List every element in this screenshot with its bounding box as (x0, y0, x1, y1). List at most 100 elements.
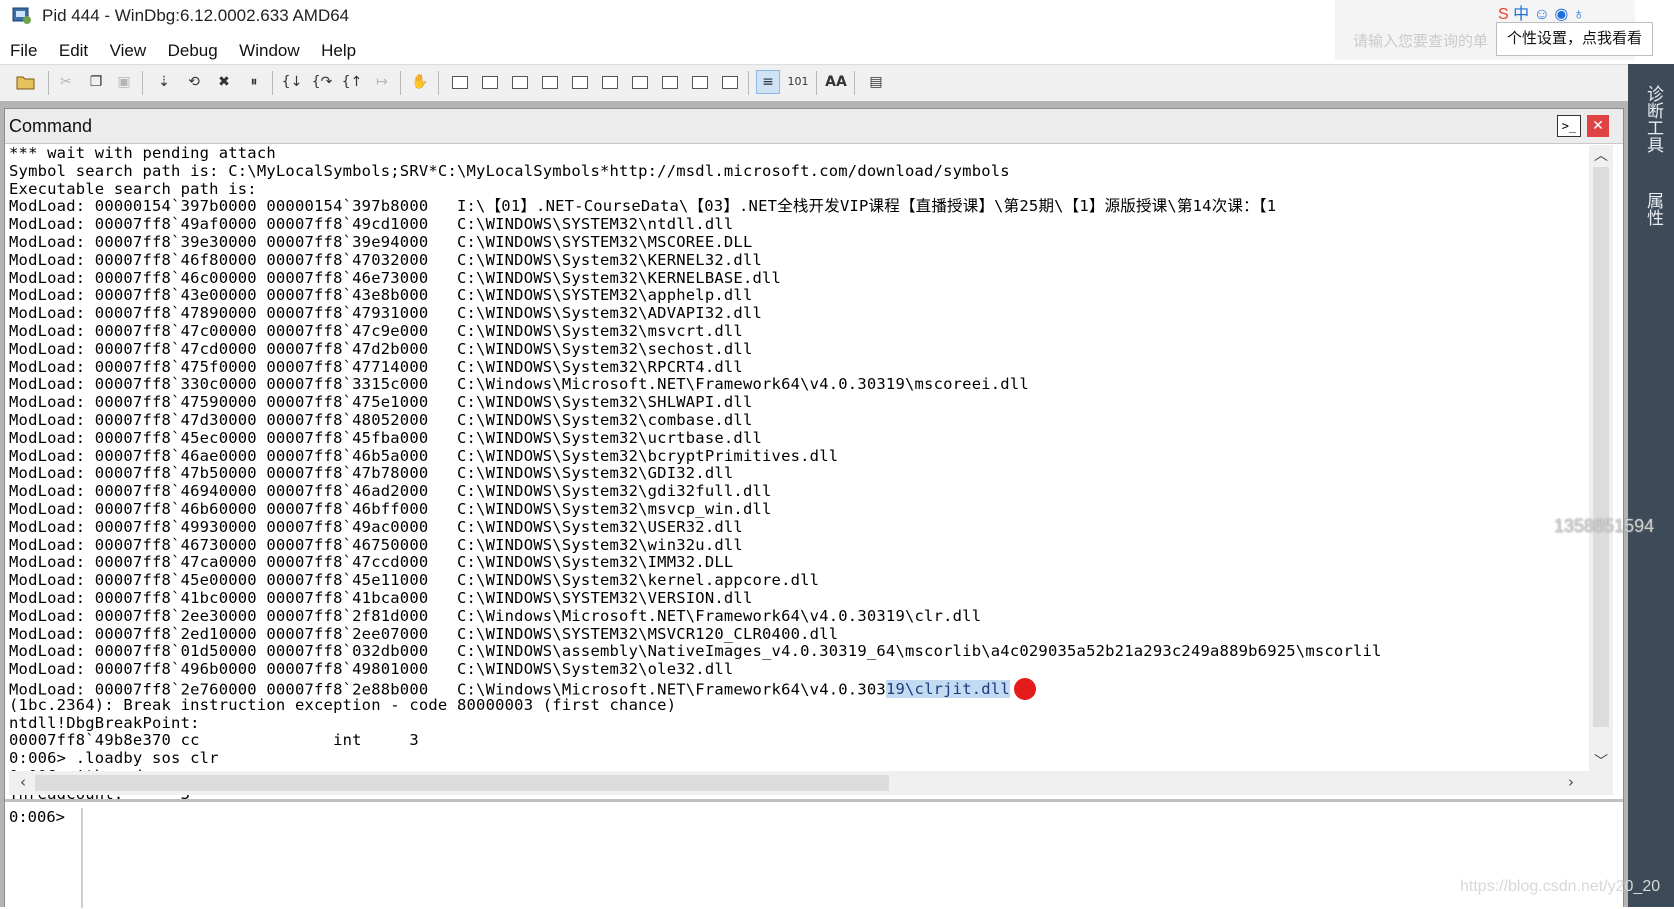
toolbar-separator (854, 71, 855, 95)
output-line: 00007ff8`49b8e370 cc int 3 (9, 731, 419, 750)
output-line: ModLoad: 00007ff8`49af0000 00007ff8`49cd… (9, 215, 734, 234)
side-number-watermark: 1358851594 (1554, 516, 1655, 536)
copy-icon[interactable]: ❐ (84, 70, 108, 94)
watch-window-icon[interactable] (478, 70, 502, 94)
vertical-scroll-thumb[interactable] (1593, 167, 1609, 727)
registers-window-icon[interactable] (538, 70, 562, 94)
mic-icon: ◉ (1554, 6, 1569, 23)
command-window-icon[interactable] (448, 70, 472, 94)
output-line: ModLoad: 00007ff8`43e00000 00007ff8`43e8… (9, 286, 753, 305)
stop-debugging-icon[interactable]: ✖ (212, 70, 236, 94)
command-output[interactable]: *** wait with pending attach Symbol searc… (9, 145, 1585, 821)
output-line-clrjit: ModLoad: 00007ff8`2e760000 00007ff8`2e88… (9, 677, 1585, 700)
overlay-search-placeholder: 请输入您要查询的单 (1353, 33, 1489, 50)
sogou-logo-icon: S (1498, 6, 1509, 23)
source-mode-off-icon[interactable]: 101 (786, 70, 810, 94)
go-icon[interactable]: ⇣ (152, 70, 176, 94)
hand-breakpoint-icon[interactable]: ✋ (408, 70, 432, 94)
menu-debug[interactable]: Debug (161, 34, 225, 61)
lang-cn-icon: 中 (1513, 6, 1530, 23)
output-line: *** wait with pending attach (9, 145, 276, 162)
menu-view[interactable]: View (103, 34, 154, 61)
locals-window-icon[interactable] (508, 70, 532, 94)
scroll-up-icon[interactable]: ︿ (1589, 145, 1613, 165)
scroll-down-icon[interactable]: ﹀ (1589, 751, 1613, 771)
step-over-icon[interactable]: {↷ (310, 70, 334, 94)
step-into-icon[interactable]: {↓ (280, 70, 304, 94)
window-title: Pid 444 - WinDbg:6.12.0002.633 AMD64 (42, 6, 350, 25)
toolbar-separator (748, 71, 749, 95)
diagnostic-tools-tab[interactable]: 诊断工具 (1636, 74, 1666, 164)
toolbar-separator (438, 71, 439, 95)
vertical-scrollbar[interactable]: ︿ ﹀ (1589, 145, 1613, 771)
break-icon[interactable]: ⏸ (242, 70, 266, 94)
scratch-pad-icon[interactable] (658, 70, 682, 94)
selected-text[interactable]: 19\clrjit.dll (885, 680, 1010, 699)
console-button[interactable]: >_ (1557, 115, 1581, 137)
output-line: ModLoad: 00007ff8`47b50000 00007ff8`47b7… (9, 464, 734, 483)
menu-bar: File Edit View Debug Window Help (0, 34, 1340, 64)
call-stack-window-icon[interactable] (598, 70, 622, 94)
command-window-header: Command >_ ✕ (5, 109, 1623, 144)
output-line: ModLoad: 00007ff8`46ae0000 00007ff8`46b5… (9, 446, 839, 465)
command-window-title: Command (9, 116, 93, 136)
output-line: ModLoad: 00007ff8`01d50000 00007ff8`032d… (9, 642, 1382, 661)
output-line: ModLoad: 00007ff8`47c00000 00007ff8`47c9… (9, 321, 743, 340)
output-line: ModLoad: 00007ff8`39e30000 00007ff8`39e9… (9, 232, 753, 251)
output-line: ModLoad: 00007ff8`2ed10000 00007ff8`2ee0… (9, 624, 839, 643)
command-input-area: 0:006> (5, 799, 1623, 909)
properties-tab[interactable]: 属性 (1636, 184, 1666, 234)
toolbar-separator (48, 71, 49, 95)
paste-icon[interactable]: ▣ (112, 70, 136, 94)
output-line: ModLoad: 00007ff8`41bc0000 00007ff8`41bc… (9, 588, 753, 607)
output-line: ModLoad: 00007ff8`47d30000 00007ff8`4805… (9, 410, 753, 429)
menu-help[interactable]: Help (314, 34, 363, 61)
open-file-icon[interactable] (14, 70, 38, 94)
output-line: ModLoad: 00007ff8`45e00000 00007ff8`45e1… (9, 571, 820, 590)
output-line: ModLoad: 00007ff8`47590000 00007ff8`475e… (9, 393, 753, 412)
output-line: (1bc.2364): Break instruction exception … (9, 695, 677, 714)
restart-icon[interactable]: ⟲ (182, 70, 206, 94)
menu-file[interactable]: File (3, 34, 44, 61)
menu-window[interactable]: Window (232, 34, 306, 61)
command-input[interactable] (87, 806, 1591, 898)
font-icon[interactable]: AA (824, 70, 848, 94)
output-line: ntdll!DbgBreakPoint: (9, 713, 200, 732)
shirt-icon: ♁ (1572, 6, 1585, 23)
options-window-icon[interactable] (718, 70, 742, 94)
source-mode-on-icon[interactable]: ≡ (756, 70, 780, 94)
side-panel-strip: 诊断工具 属性 (1628, 64, 1674, 907)
processes-threads-icon[interactable] (688, 70, 712, 94)
memory-window-icon[interactable] (568, 70, 592, 94)
output-line: ModLoad: 00007ff8`49930000 00007ff8`49ac… (9, 517, 743, 536)
cursor-highlight-dot-icon (1013, 677, 1036, 700)
toolbar-separator (272, 71, 273, 95)
close-button[interactable]: ✕ (1587, 115, 1609, 137)
scroll-right-icon[interactable]: › (1561, 773, 1581, 793)
menu-edit[interactable]: Edit (52, 34, 95, 61)
command-window: Command >_ ✕ *** wait with pending attac… (4, 108, 1624, 909)
output-line: ModLoad: 00007ff8`496b0000 00007ff8`4980… (9, 660, 734, 679)
horizontal-scrollbar[interactable]: ‹ › (9, 771, 1613, 795)
scroll-left-icon[interactable]: ‹ (13, 773, 33, 793)
command-prompt: 0:006> (9, 808, 83, 908)
disassembly-window-icon[interactable] (628, 70, 652, 94)
output-line: ModLoad: 00007ff8`2ee30000 00007ff8`2f81… (9, 606, 982, 625)
output-line: ModLoad: 00007ff8`330c0000 00007ff8`3315… (9, 375, 1029, 394)
overlay-toolbar-icons: S 中 ☺ ◉ ♁ (1498, 0, 1585, 24)
cut-icon[interactable]: ✂ (54, 70, 78, 94)
run-to-cursor-icon[interactable]: ↦ (370, 70, 394, 94)
output-line: 0:006> .loadby sos clr (9, 749, 219, 768)
output-line: ModLoad: 00007ff8`475f0000 00007ff8`4771… (9, 357, 743, 376)
step-out-icon[interactable]: {↑ (340, 70, 364, 94)
emoji-icon: ☺ (1533, 6, 1550, 23)
output-line: ModLoad: 00007ff8`46940000 00007ff8`46ad… (9, 482, 772, 501)
options-icon[interactable]: ▤ (864, 70, 888, 94)
toolbar-separator (400, 71, 401, 95)
output-line: ModLoad: 00007ff8`46f80000 00007ff8`4703… (9, 250, 763, 269)
settings-tooltip[interactable]: 个性设置，点我看看 (1496, 22, 1654, 56)
output-line: ModLoad: 00007ff8`46b60000 00007ff8`46bf… (9, 499, 772, 518)
output-line: ModLoad: 00007ff8`45ec0000 00007ff8`45fb… (9, 428, 763, 447)
horizontal-scroll-thumb[interactable] (35, 775, 889, 791)
toolbar-separator (142, 71, 143, 95)
